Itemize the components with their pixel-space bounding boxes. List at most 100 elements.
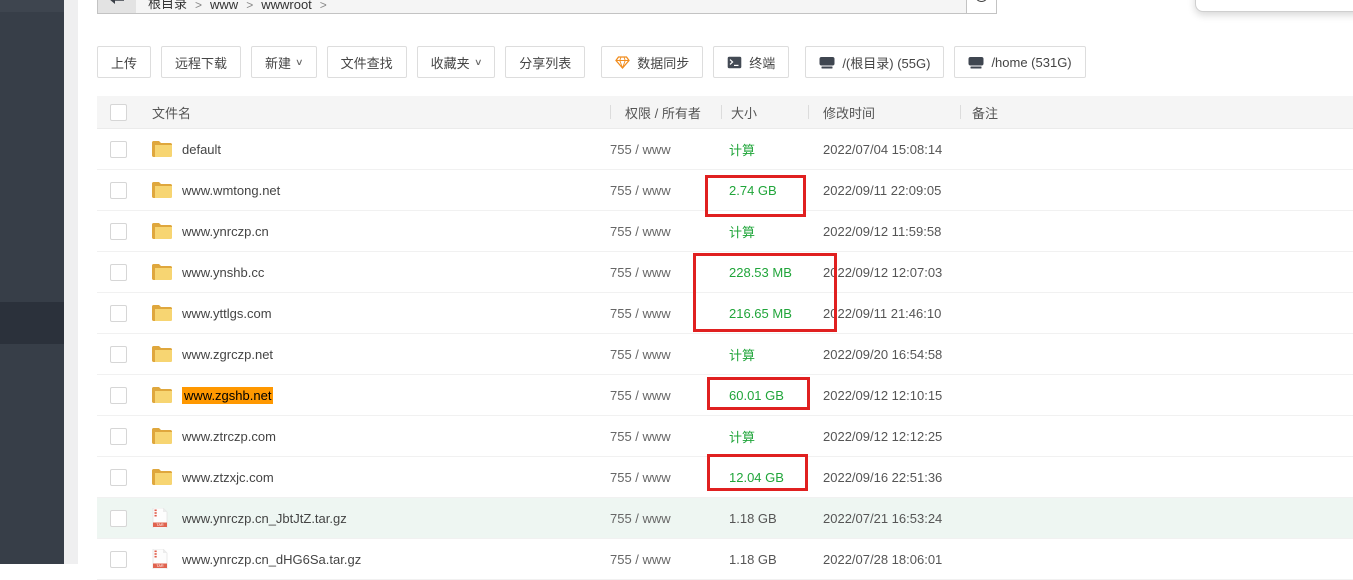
table-row: www.zgrczp.net 755 / www 计算 2022/09/20 1… (97, 334, 1353, 375)
folder-icon (152, 264, 172, 280)
table-header: 文件名 权限 / 所有者 大小 修改时间 备注 (97, 96, 1353, 129)
file-name-link-selected[interactable]: www.zgshb.net (182, 386, 274, 404)
disk-icon (819, 56, 835, 69)
breadcrumb-separator: > (195, 0, 203, 12)
row-checkbox[interactable] (110, 181, 127, 199)
select-all-checkbox[interactable] (110, 103, 127, 121)
file-permission: 755 / www (610, 387, 671, 403)
row-checkbox[interactable] (110, 468, 127, 486)
table-row: www.ynshb.cc 755 / www 228.53 MB 2022/09… (97, 252, 1353, 293)
row-checkbox[interactable] (110, 386, 127, 404)
table-row: TAR www.ynrczp.cn_JbtJtZ.tar.gz 755 / ww… (97, 498, 1353, 539)
breadcrumb-item-www[interactable]: www (210, 0, 238, 12)
left-sidebar (0, 0, 64, 564)
size-compute-link[interactable]: 计算 (729, 225, 755, 240)
file-name-link[interactable]: www.wmtong.net (182, 183, 280, 198)
refresh-button[interactable] (966, 0, 997, 14)
file-mtime: 2022/09/12 11:59:58 (823, 223, 942, 239)
chevron-down-icon: ∨ (473, 56, 483, 67)
file-name-link[interactable]: default (182, 142, 221, 157)
file-toolbar: 上传 远程下载 新建 ∨ 文件查找 收藏夹 ∨ 分享列表 数据同步 终端 /(根目录… (97, 46, 1096, 78)
size-compute-link[interactable]: 60.01 GB (729, 388, 784, 403)
file-size: 1.18 GB (729, 551, 777, 567)
file-name-link[interactable]: www.ztrczp.com (182, 429, 276, 444)
size-compute-link[interactable]: 计算 (729, 143, 755, 158)
folder-icon (152, 223, 172, 239)
back-arrow-icon (109, 0, 125, 10)
file-permission: 755 / www (610, 551, 671, 567)
row-checkbox[interactable] (110, 509, 127, 527)
row-checkbox[interactable] (110, 140, 127, 158)
file-name-link[interactable]: www.ynshb.cc (182, 265, 264, 280)
top-right-popup-cutoff (1195, 0, 1353, 12)
header-note: 备注 (960, 96, 1353, 128)
file-mtime: 2022/09/12 12:12:25 (823, 428, 943, 444)
table-row: TAR www.ynrczp.cn_dHG6Sa.tar.gz 755 / ww… (97, 539, 1353, 580)
disk-root-button[interactable]: /(根目录) (55G) (805, 46, 945, 78)
row-checkbox[interactable] (110, 550, 127, 568)
header-permission-owner: 权限 / 所有者 (610, 96, 721, 128)
file-mtime: 2022/07/28 18:06:01 (823, 551, 943, 567)
file-permission: 755 / www (610, 305, 671, 321)
size-compute-link[interactable]: 2.74 GB (729, 183, 777, 198)
refresh-icon (975, 0, 988, 2)
sidebar-active-item[interactable] (0, 302, 64, 344)
disk-home-button[interactable]: /home (531G) (954, 46, 1086, 78)
file-mtime: 2022/09/20 16:54:58 (823, 346, 943, 362)
file-name-link[interactable]: www.ztzxjc.com (182, 470, 274, 485)
size-compute-link[interactable]: 12.04 GB (729, 470, 784, 485)
file-name-link[interactable]: www.yttlgs.com (182, 306, 272, 321)
file-size: 1.18 GB (729, 510, 777, 526)
gem-icon (615, 55, 631, 69)
back-button[interactable] (97, 0, 137, 14)
file-permission: 755 / www (610, 469, 671, 485)
file-permission: 755 / www (610, 346, 671, 362)
size-compute-link[interactable]: 计算 (729, 430, 755, 445)
sidebar-gutter (64, 0, 78, 564)
terminal-button[interactable]: 终端 (713, 46, 790, 78)
table-row: www.ynrczp.cn 755 / www 计算 2022/09/12 11… (97, 211, 1353, 252)
file-permission: 755 / www (610, 428, 671, 444)
row-checkbox[interactable] (110, 304, 127, 322)
file-table: 文件名 权限 / 所有者 大小 修改时间 备注 default 755 / ww… (97, 96, 1353, 580)
table-row: www.yttlgs.com 755 / www 216.65 MB 2022/… (97, 293, 1353, 334)
tar-archive-icon: TAR (152, 549, 172, 569)
terminal-icon (727, 56, 742, 69)
size-compute-link[interactable]: 228.53 MB (729, 265, 792, 280)
breadcrumb-item-wwwroot[interactable]: wwwroot (261, 0, 312, 12)
folder-icon (152, 305, 172, 321)
breadcrumb-separator: > (319, 0, 327, 12)
folder-icon (152, 469, 172, 485)
file-permission: 755 / www (610, 182, 671, 198)
file-mtime: 2022/07/04 15:08:14 (823, 141, 943, 157)
new-dropdown-button[interactable]: 新建 ∨ (251, 46, 317, 78)
size-compute-link[interactable]: 计算 (729, 348, 755, 363)
file-name-link[interactable]: www.ynrczp.cn (182, 224, 269, 239)
file-search-button[interactable]: 文件查找 (326, 46, 407, 78)
row-checkbox[interactable] (110, 427, 127, 445)
file-name-link[interactable]: www.ynrczp.cn_dHG6Sa.tar.gz (182, 552, 361, 567)
svg-text:TAR: TAR (156, 564, 164, 568)
row-checkbox[interactable] (110, 222, 127, 240)
breadcrumb: 根目录 > www > wwwroot > (136, 0, 967, 14)
table-row: www.ztzxjc.com 755 / www 12.04 GB 2022/0… (97, 457, 1353, 498)
file-name-link[interactable]: www.zgrczp.net (182, 347, 273, 362)
row-checkbox[interactable] (110, 345, 127, 363)
upload-button[interactable]: 上传 (97, 46, 152, 78)
header-size: 大小 (721, 96, 808, 128)
breadcrumb-item-root[interactable]: 根目录 (148, 0, 187, 12)
folder-icon (152, 141, 172, 157)
file-name-link[interactable]: www.ynrczp.cn_JbtJtZ.tar.gz (182, 511, 347, 526)
table-row: www.wmtong.net 755 / www 2.74 GB 2022/09… (97, 170, 1353, 211)
file-permission: 755 / www (610, 264, 671, 280)
file-mtime: 2022/09/11 22:09:05 (823, 182, 942, 198)
table-row: www.ztrczp.com 755 / www 计算 2022/09/12 1… (97, 416, 1353, 457)
file-permission: 755 / www (610, 510, 671, 526)
favorites-dropdown-button[interactable]: 收藏夹 ∨ (416, 46, 496, 78)
size-compute-link[interactable]: 216.65 MB (729, 306, 792, 321)
row-checkbox[interactable] (110, 263, 127, 281)
chevron-down-icon: ∨ (295, 56, 304, 67)
data-sync-button[interactable]: 数据同步 (601, 46, 704, 78)
share-list-button[interactable]: 分享列表 (505, 46, 586, 78)
remote-download-button[interactable]: 远程下载 (161, 46, 242, 78)
